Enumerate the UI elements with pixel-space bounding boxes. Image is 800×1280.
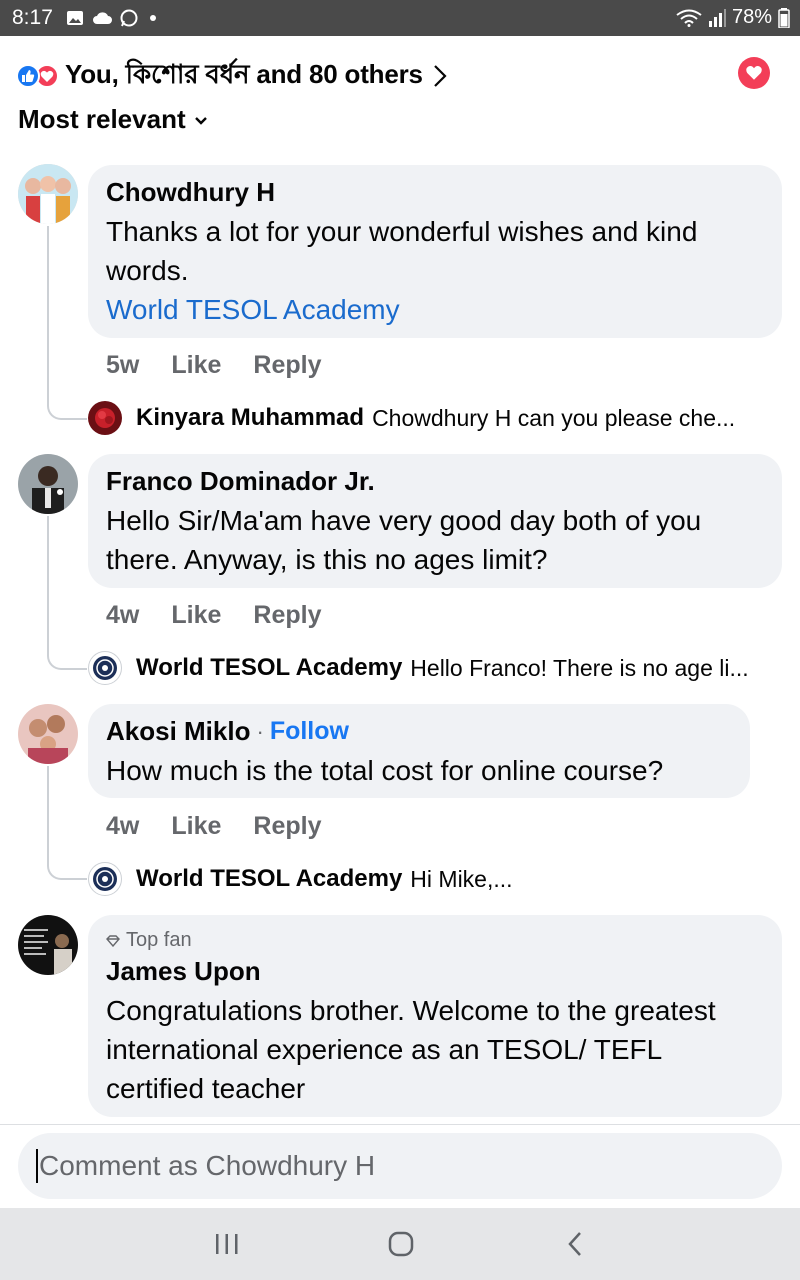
thread-line (47, 766, 87, 880)
home-icon[interactable] (387, 1226, 415, 1262)
reactions-summary-text: You, কিশোর বর্ধন and 80 others (65, 59, 423, 89)
avatar[interactable] (18, 915, 78, 975)
recent-apps-icon[interactable] (214, 1226, 240, 1262)
comment-text: Thanks a lot for your wonderful wishes a… (106, 216, 698, 286)
battery-percent: 78% (731, 6, 772, 28)
avatar[interactable] (88, 651, 122, 685)
sort-dropdown[interactable]: Most relevant (18, 104, 208, 135)
thread-line (47, 226, 87, 420)
reply-preview[interactable]: World TESOL Academy Hi Mike,... (136, 865, 786, 893)
chevron-down-icon (194, 117, 207, 125)
chevron-right-icon (434, 65, 447, 87)
sort-label: Most relevant (18, 104, 186, 134)
love-reaction-button[interactable] (738, 57, 770, 89)
reply-preview[interactable]: Kinyara Muhammad Chowdhury H can you ple… (136, 404, 786, 432)
avatar[interactable] (18, 164, 78, 224)
reply-button[interactable]: Reply (253, 812, 321, 841)
comment-bubble[interactable]: Top fan James Upon Congratulations broth… (88, 915, 782, 1117)
comment-timestamp[interactable]: 4w (106, 812, 139, 841)
cloud-icon (93, 12, 112, 24)
comment-placeholder: Comment as Chowdhury H (39, 1150, 376, 1181)
avatar[interactable] (18, 454, 78, 514)
reply-author: World TESOL Academy (136, 865, 403, 892)
avatar[interactable] (18, 704, 78, 764)
top-fan-badge: Top fan (106, 929, 764, 952)
comment-timestamp[interactable]: 5w (106, 351, 139, 380)
reply-button[interactable]: Reply (253, 351, 321, 380)
whatsapp-icon (120, 9, 138, 27)
separator-dot: · (256, 718, 264, 744)
gallery-icon (67, 11, 83, 25)
comment-bubble[interactable]: Akosi Miklo · Follow How much is the tot… (88, 704, 750, 798)
more-notifications-dot (150, 15, 156, 21)
reply-text: Hello Franco! There is no age li... (410, 654, 749, 681)
reactions-summary[interactable]: You, কিশোর বর্ধন and 80 others (16, 54, 447, 98)
comment-author[interactable]: Franco Dominador Jr. (106, 466, 764, 497)
comment-author[interactable]: James Upon (106, 956, 764, 987)
comment-text: Congratulations brother. Welcome to the … (106, 995, 716, 1104)
reply-text: Hi Mike,... (410, 865, 513, 892)
signal-icon (708, 8, 726, 27)
comment-author[interactable]: Akosi Miklo (106, 716, 250, 747)
like-button[interactable]: Like (171, 812, 221, 841)
comment-bubble[interactable]: Franco Dominador Jr. Hello Sir/Ma'am hav… (88, 454, 782, 588)
comment-mention-link[interactable]: World TESOL Academy (106, 290, 764, 329)
avatar[interactable] (88, 862, 122, 896)
back-icon[interactable] (565, 1226, 587, 1262)
diamond-icon (106, 934, 120, 947)
thread-line (47, 516, 87, 670)
avatar[interactable] (88, 401, 122, 435)
system-icons: 78% (676, 6, 790, 29)
comment-actions: 4w Like Reply (106, 812, 353, 841)
like-button[interactable]: Like (171, 601, 221, 630)
notification-icons (66, 9, 156, 27)
comment-actions: 4w Like Reply (106, 601, 353, 630)
comment-author[interactable]: Chowdhury H (106, 177, 764, 208)
comment-text: Hello Sir/Ma'am have very good day both … (106, 505, 702, 575)
system-navigation-bar (0, 1208, 800, 1280)
reply-author: World TESOL Academy (136, 654, 403, 681)
battery-icon (778, 7, 790, 28)
reply-preview[interactable]: World TESOL Academy Hello Franco! There … (136, 654, 786, 682)
status-bar: 8:17 78% (0, 0, 800, 36)
comment-timestamp[interactable]: 4w (106, 601, 139, 630)
comment-text: How much is the total cost for online co… (106, 755, 664, 786)
comment-actions: 5w Like Reply (106, 351, 353, 380)
comment-input[interactable]: Comment as Chowdhury H (18, 1133, 782, 1199)
wifi-icon (676, 9, 702, 27)
like-reaction-icon (16, 64, 40, 88)
status-time: 8:17 (12, 6, 53, 29)
reply-author: Kinyara Muhammad (136, 404, 365, 431)
composer-divider (0, 1124, 800, 1125)
follow-button[interactable]: Follow (270, 717, 349, 746)
top-fan-label: Top fan (126, 929, 192, 951)
reply-button[interactable]: Reply (253, 601, 321, 630)
comment-bubble[interactable]: Chowdhury H Thanks a lot for your wonder… (88, 165, 782, 338)
text-caret (36, 1149, 38, 1183)
like-button[interactable]: Like (171, 351, 221, 380)
reply-text: Chowdhury H can you please che... (372, 404, 736, 431)
heart-icon (746, 66, 762, 80)
